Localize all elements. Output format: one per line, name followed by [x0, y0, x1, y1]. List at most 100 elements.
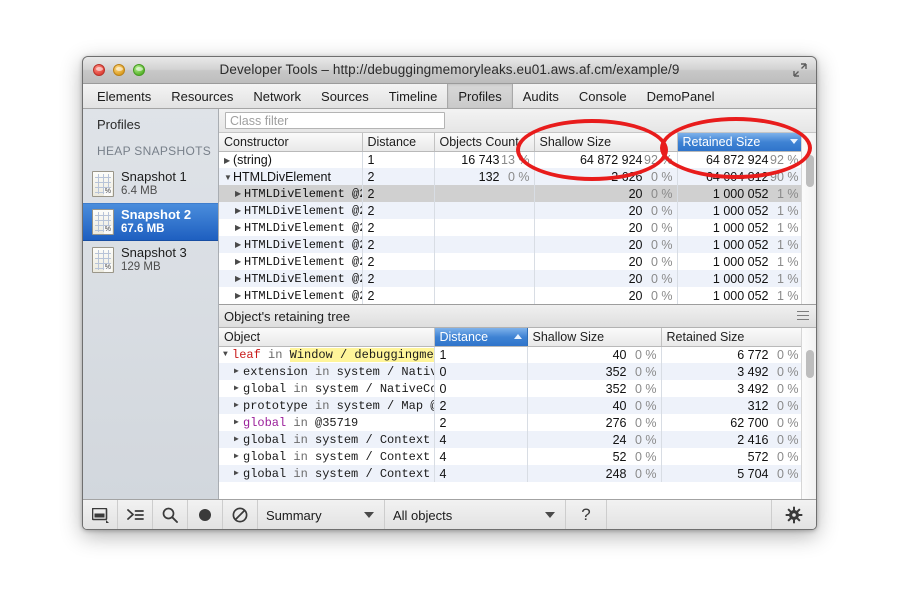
retained-size-percent: 1 %	[769, 238, 799, 252]
tab-profiles[interactable]: Profiles	[447, 84, 512, 108]
scrollbar-thumb[interactable]	[806, 155, 814, 187]
snapshot-icon: %	[92, 209, 114, 235]
cell-distance: 2	[362, 202, 434, 219]
help-button[interactable]: ?	[566, 500, 607, 530]
disclosure-collapsed-icon[interactable]: ▶	[235, 223, 244, 232]
column-header-shallow-size[interactable]: Shallow Size	[527, 328, 661, 346]
table-row[interactable]: ▶HTMLDivElement @22200 %1 000 0521 %	[219, 219, 801, 236]
object-path-part: in	[286, 450, 315, 464]
column-header-object[interactable]: Object	[219, 328, 434, 346]
table-row[interactable]: ▶(string)116 74313 %64 872 92492 %64 872…	[219, 151, 801, 168]
disclosure-expanded-icon[interactable]: ▼	[223, 350, 232, 359]
disclosure-collapsed-icon[interactable]: ▶	[235, 274, 244, 283]
scrollbar-thumb[interactable]	[806, 350, 814, 378]
tab-sources[interactable]: Sources	[311, 84, 379, 108]
cell-shallow-size: 200 %	[534, 202, 677, 219]
table-row[interactable]: ▼HTMLDivElement21320 %2 6260 %64 004 812…	[219, 168, 801, 185]
column-header-shallow-size[interactable]: Shallow Size	[534, 133, 677, 151]
tab-console[interactable]: Console	[569, 84, 637, 108]
shallow-size-percent: 0 %	[627, 433, 657, 447]
cell-constructor: ▶HTMLDivElement @2	[219, 287, 362, 304]
shallow-size: 20	[629, 204, 643, 218]
console-drawer-icon[interactable]	[118, 500, 153, 530]
tab-resources[interactable]: Resources	[161, 84, 243, 108]
object-path-part: @35719	[315, 416, 358, 430]
tab-demopanel[interactable]: DemoPanel	[637, 84, 725, 108]
disclosure-collapsed-icon[interactable]: ▶	[235, 257, 244, 266]
table-row[interactable]: ▶extension in system / Native(03520 %3 4…	[219, 363, 801, 380]
table-row[interactable]: ▶HTMLDivElement @22200 %1 000 0521 %	[219, 185, 801, 202]
column-header-retained-size[interactable]: Retained Size	[661, 328, 801, 346]
retaining-tree-title: Object's retaining tree	[224, 309, 350, 324]
snapshot-size: 6.4 MB	[121, 185, 187, 198]
shallow-size: 2 626	[611, 170, 642, 184]
tab-label: Profiles	[458, 89, 501, 104]
resize-grip-icon[interactable]	[797, 311, 809, 320]
disclosure-collapsed-icon[interactable]: ▶	[234, 400, 243, 410]
cell-objects-count	[434, 287, 534, 304]
table-row[interactable]: ▶HTMLDivElement @22200 %1 000 0521 %	[219, 236, 801, 253]
object-path-part: in	[308, 365, 337, 379]
column-header-distance[interactable]: Distance	[434, 328, 527, 346]
tab-timeline[interactable]: Timeline	[379, 84, 448, 108]
tab-elements[interactable]: Elements	[87, 84, 161, 108]
disclosure-collapsed-icon[interactable]: ▶	[235, 189, 244, 198]
table-row[interactable]: ▶HTMLDivElement @22200 %1 000 0521 %	[219, 202, 801, 219]
expand-icon[interactable]	[793, 63, 807, 77]
disclosure-expanded-icon[interactable]: ▼	[224, 173, 233, 182]
retaining-tree-vertical-scrollbar[interactable]	[801, 328, 816, 499]
cell-shallow-size: 240 %	[527, 431, 661, 448]
table-row[interactable]: ▶global in system / Context @4240 %2 416…	[219, 431, 801, 448]
clear-icon[interactable]	[223, 500, 258, 530]
disclosure-collapsed-icon[interactable]: ▶	[234, 383, 243, 393]
constructor-name: HTMLDivElement	[233, 170, 331, 184]
constructor-name: HTMLDivElement @2	[244, 238, 362, 252]
snapshot-name: Snapshot 2	[121, 208, 191, 223]
class-filter-input[interactable]	[225, 112, 445, 129]
snapshot-item-2[interactable]: % Snapshot 267.6 MB	[83, 203, 218, 241]
snapshot-item-3[interactable]: %Snapshot 3129 MB	[83, 241, 218, 279]
snapshot-size: 67.6 MB	[121, 223, 191, 236]
disclosure-collapsed-icon[interactable]: ▶	[235, 206, 244, 215]
shallow-size-percent: 0 %	[627, 365, 657, 379]
cell-retained-size: 64 872 92492 %	[677, 151, 801, 168]
cell-distance: 2	[434, 397, 527, 414]
constructor-name: HTMLDivElement @2	[244, 255, 362, 269]
cell-shallow-size: 64 872 92492 %	[534, 151, 677, 168]
cell-retained-size: 2 4160 %	[661, 431, 801, 448]
disclosure-collapsed-icon[interactable]: ▶	[224, 156, 233, 165]
table-row[interactable]: ▶global in system / NativeCont03520 %3 4…	[219, 380, 801, 397]
constructor-name: HTMLDivElement @2	[244, 221, 362, 235]
table-row[interactable]: ▶HTMLDivElement @22200 %1 000 0521 %	[219, 270, 801, 287]
column-header-distance[interactable]: Distance	[362, 133, 434, 151]
table-row[interactable]: ▶prototype in system / Map @4(2400 %3120…	[219, 397, 801, 414]
object-filter-select[interactable]: All objects	[385, 500, 566, 530]
tab-network[interactable]: Network	[243, 84, 311, 108]
table-row[interactable]: ▶HTMLDivElement @22200 %1 000 0521 %	[219, 287, 801, 304]
table-row[interactable]: ▶global in system / Context @4520 %5720 …	[219, 448, 801, 465]
table-row[interactable]: ▶HTMLDivElement @22200 %1 000 0521 %	[219, 253, 801, 270]
table-row[interactable]: ▼leaf in Window / debuggingmemo1400 %6 7…	[219, 346, 801, 363]
table-row[interactable]: ▶global in system / Context @42480 %5 70…	[219, 465, 801, 482]
search-icon[interactable]	[153, 500, 188, 530]
column-header-objects-count[interactable]: Objects Count	[434, 133, 534, 151]
disclosure-collapsed-icon[interactable]: ▶	[234, 434, 243, 444]
disclosure-collapsed-icon[interactable]: ▶	[235, 240, 244, 249]
disclosure-collapsed-icon[interactable]: ▶	[235, 291, 244, 300]
disclosure-collapsed-icon[interactable]: ▶	[234, 468, 243, 478]
record-icon[interactable]	[188, 500, 223, 530]
gear-icon[interactable]	[772, 500, 816, 530]
snapshot-item-1[interactable]: %Snapshot 16.4 MB	[83, 165, 218, 203]
view-select[interactable]: Summary	[258, 500, 385, 530]
retained-size-percent: 0 %	[769, 467, 799, 481]
table-row[interactable]: ▶global in @3571922760 %62 7000 %	[219, 414, 801, 431]
disclosure-collapsed-icon[interactable]: ▶	[234, 366, 243, 376]
tab-audits[interactable]: Audits	[513, 84, 569, 108]
cell-shallow-size: 200 %	[534, 253, 677, 270]
disclosure-collapsed-icon[interactable]: ▶	[234, 451, 243, 461]
constructors-vertical-scrollbar[interactable]	[801, 133, 816, 304]
column-header-retained-size[interactable]: Retained Size	[677, 133, 801, 151]
disclosure-collapsed-icon[interactable]: ▶	[234, 417, 243, 427]
dock-window-icon[interactable]	[83, 500, 118, 530]
column-header-constructor[interactable]: Constructor	[219, 133, 362, 151]
